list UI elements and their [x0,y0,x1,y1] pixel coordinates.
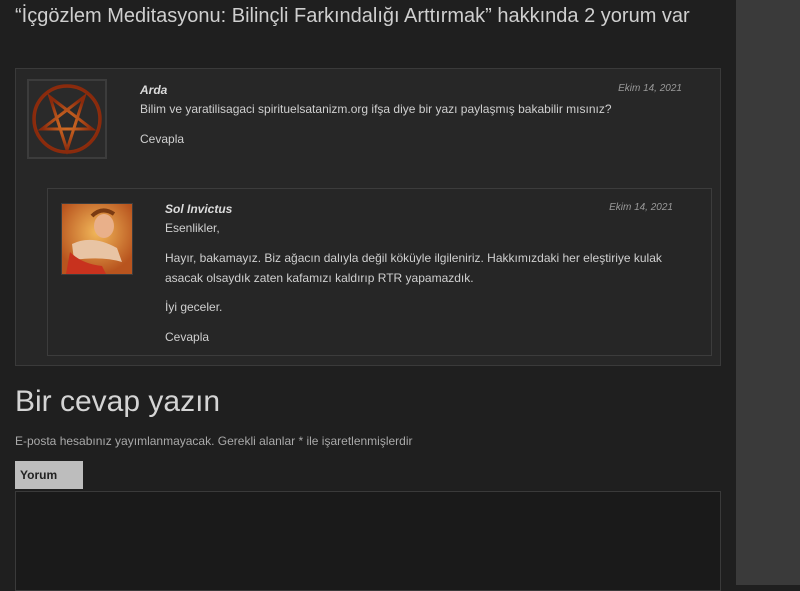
comment-date[interactable]: Ekim 14, 2021 [576,83,682,94]
reply-form-note: E-posta hesabınız yayımlanmayacak. Gerek… [15,434,413,448]
pentagram-icon [32,84,102,155]
comment-author[interactable]: Arda [140,83,167,97]
comment-author[interactable]: Sol Invictus [165,202,232,216]
sidebar [736,0,800,585]
comment-closing: İyi geceler. [165,300,223,314]
comment-textarea[interactable] [15,491,721,591]
reply-link[interactable]: Cevapla [140,132,184,146]
comment-date[interactable]: Ekim 14, 2021 [568,202,673,213]
avatar [27,79,107,159]
nested-comment: Sol Invictus Ekim 14, 2021 Esenlikler, H… [47,188,712,356]
comments-title: “İçgözlem Meditasyonu: Bilinçli Farkında… [15,5,690,27]
painting-avatar-icon [62,204,132,274]
avatar [61,203,133,275]
main-content: “İçgözlem Meditasyonu: Bilinçli Farkında… [0,0,736,591]
comment-text: Bilim ve yaratilisagaci spirituelsataniz… [140,102,612,116]
comment-greeting: Esenlikler, [165,221,220,235]
comment-text: Hayır, bakamayız. Biz ağacın dalıyla değ… [165,251,662,285]
comment-thread: Arda Ekim 14, 2021 Bilim ve yaratilisaga… [15,68,721,366]
reply-link[interactable]: Cevapla [165,330,209,344]
reply-form-title: Bir cevap yazın [15,385,221,418]
comment-field-label: Yorum [15,461,83,489]
